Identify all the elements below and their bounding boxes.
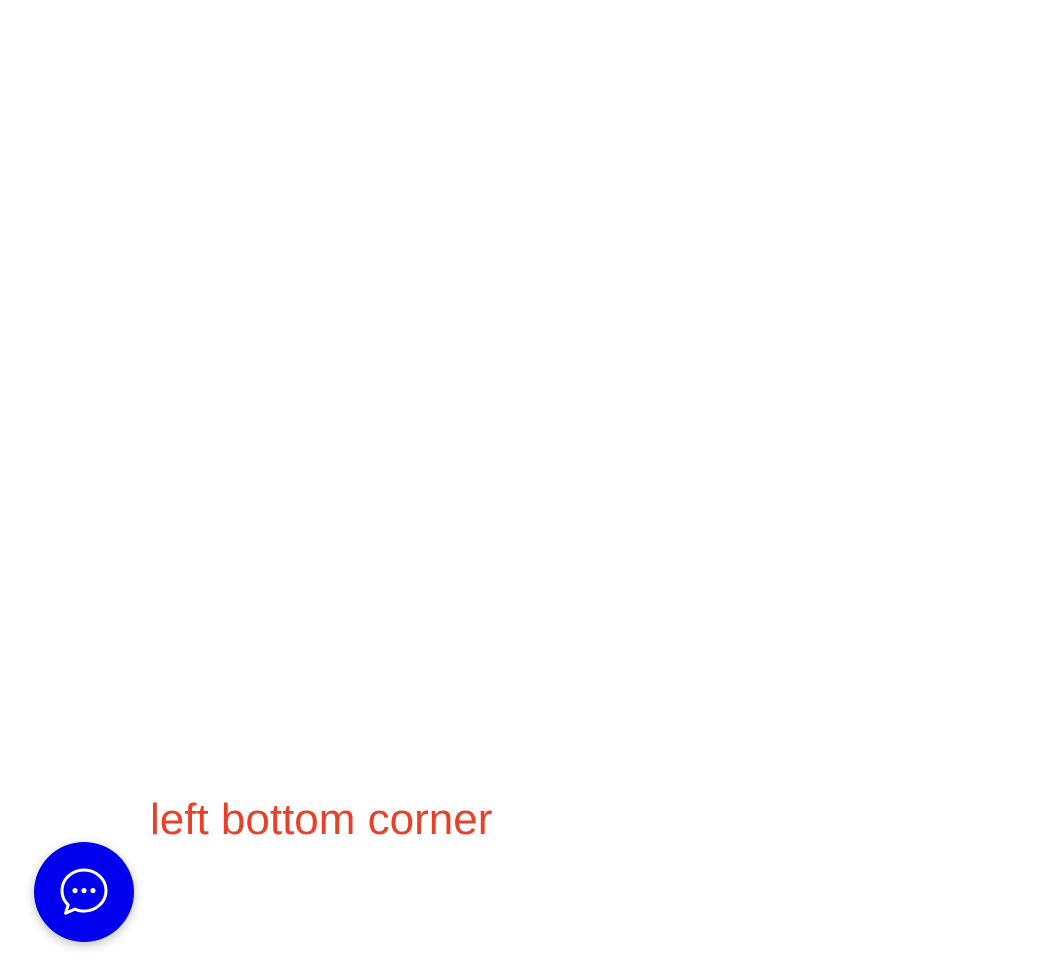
chat-bubble-ellipsis-icon: [58, 866, 110, 918]
page: left bottom corner: [0, 0, 1058, 978]
corner-label: left bottom corner: [150, 795, 493, 844]
chat-launcher-button[interactable]: [34, 842, 134, 942]
